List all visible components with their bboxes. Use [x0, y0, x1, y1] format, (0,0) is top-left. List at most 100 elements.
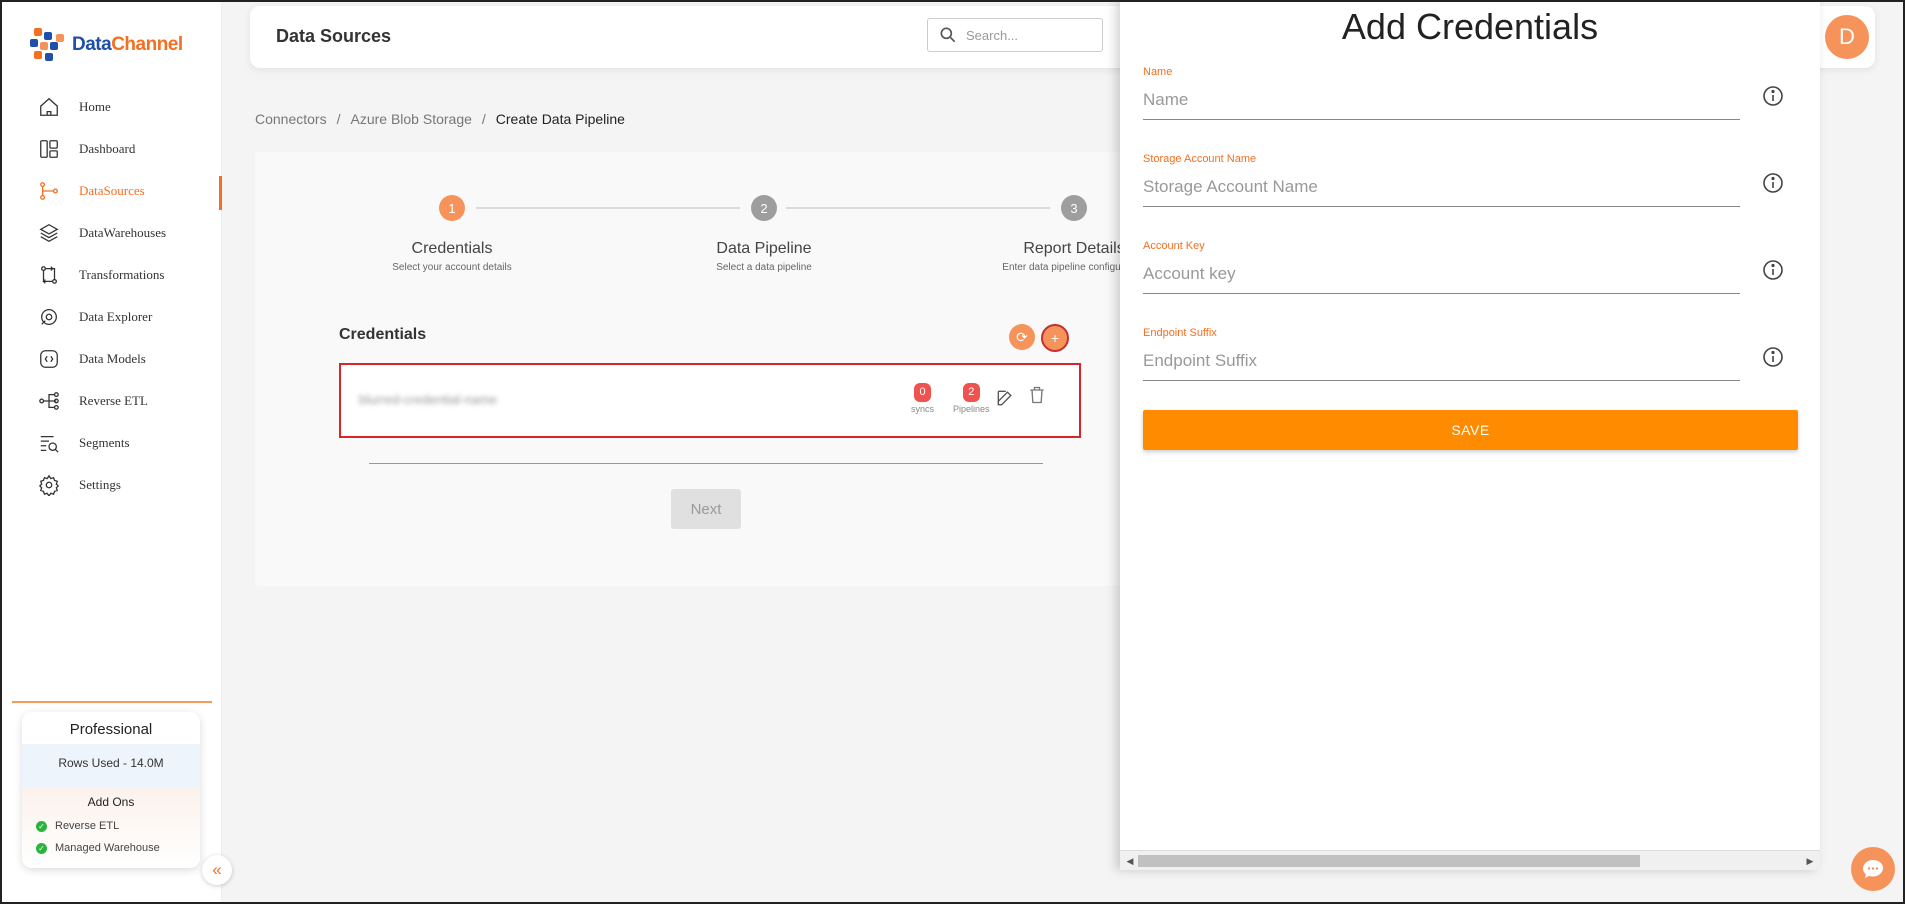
settings-icon: [38, 474, 60, 496]
search-icon: [940, 27, 956, 43]
sidebar-item-datawarehouses[interactable]: DataWarehouses: [0, 212, 222, 254]
step-connector: [476, 207, 740, 209]
sidebar: DataChannel Home Dashboard DataSources D…: [0, 0, 222, 904]
pipelines-label: Pipelines: [953, 404, 990, 414]
reverse-etl-icon: [39, 392, 59, 410]
datasources-icon: [40, 182, 58, 200]
sidebar-item-data-models[interactable]: Data Models: [0, 338, 222, 380]
sidebar-item-settings[interactable]: Settings: [0, 464, 222, 506]
scroll-right-icon[interactable]: ▶: [1804, 855, 1816, 867]
add-credentials-drawer: Add Credentials Name Name Storage Accoun…: [1120, 0, 1820, 870]
sidebar-item-label: DataSources: [79, 183, 145, 198]
step-2-sub: Select a data pipeline: [716, 262, 812, 273]
sidebar-divider: [12, 701, 212, 703]
sidebar-item-label: Data Models: [79, 351, 146, 366]
search-input[interactable]: Search...: [927, 18, 1103, 52]
info-icon[interactable]: [1761, 171, 1785, 195]
collapse-sidebar-button[interactable]: «: [202, 855, 232, 885]
step-3-circle[interactable]: 3: [1061, 195, 1087, 221]
step-2-label: Data Pipeline: [716, 240, 812, 257]
refresh-icon: ⟳: [1016, 328, 1028, 345]
plan-card: Professional Rows Used - 14.0M Add Ons ✓…: [22, 712, 200, 868]
divider: [369, 463, 1043, 464]
step-2-circle[interactable]: 2: [751, 195, 777, 221]
info-icon[interactable]: [1761, 258, 1785, 282]
breadcrumb-separator: /: [336, 111, 341, 127]
field-label: Name: [1143, 66, 1173, 78]
avatar[interactable]: D: [1825, 15, 1869, 59]
double-chevron-left-icon: «: [212, 860, 222, 879]
addon-label: Managed Warehouse: [55, 842, 160, 854]
datawarehouses-icon: [39, 224, 59, 242]
sidebar-item-dashboard[interactable]: Dashboard: [0, 128, 222, 170]
home-icon: [40, 97, 58, 116]
addons-section: Add Ons ✓ Reverse ETL ✓ Managed Warehous…: [22, 788, 200, 868]
credential-row[interactable]: blurred-credential-name 0 syncs 2 Pipeli…: [339, 363, 1081, 438]
scroll-left-icon[interactable]: ◀: [1124, 855, 1136, 867]
field-label: Storage Account Name: [1143, 153, 1257, 165]
sidebar-item-home[interactable]: Home: [0, 86, 222, 128]
sidebar-item-reverse-etl[interactable]: Reverse ETL: [0, 380, 222, 422]
addon-item: ✓ Managed Warehouse: [22, 837, 200, 859]
plus-icon: +: [1050, 330, 1060, 346]
addons-title: Add Ons: [87, 795, 135, 809]
info-icon[interactable]: [1761, 84, 1785, 108]
pipelines-badge: 2: [962, 383, 980, 402]
add-credential-button[interactable]: +: [1041, 324, 1069, 352]
sidebar-item-label: Settings: [79, 477, 121, 492]
account-key-input[interactable]: Account key: [1143, 264, 1740, 294]
trash-icon[interactable]: [1027, 384, 1047, 406]
horizontal-scrollbar[interactable]: ◀ ▶: [1120, 850, 1820, 870]
logo[interactable]: DataChannel: [28, 26, 183, 64]
sidebar-item-datasources[interactable]: DataSources: [0, 170, 222, 212]
save-button[interactable]: SAVE: [1143, 410, 1798, 450]
page-title: Data Sources: [276, 26, 392, 46]
step-1-sub: Select your account details: [392, 262, 512, 273]
segments-icon: [40, 435, 59, 453]
scrollbar-thumb[interactable]: [1138, 855, 1640, 867]
step-1-label: Credentials: [411, 240, 493, 257]
endpoint-suffix-input[interactable]: Endpoint Suffix: [1143, 351, 1740, 381]
sidebar-item-label: Segments: [79, 435, 130, 450]
sidebar-item-label: Transformations: [79, 267, 165, 282]
breadcrumb-connectors[interactable]: Connectors: [255, 111, 327, 127]
sidebar-item-transformations[interactable]: Transformations: [0, 254, 222, 296]
chat-button[interactable]: [1851, 847, 1895, 891]
logo-text: DataChannel: [72, 34, 183, 55]
chat-icon: [1863, 860, 1883, 878]
sidebar-item-label: Reverse ETL: [79, 393, 148, 408]
syncs-badge: 0: [914, 383, 931, 402]
check-icon: ✓: [36, 842, 47, 854]
step-1-circle[interactable]: 1: [439, 195, 465, 221]
sidebar-item-data-explorer[interactable]: Data Explorer: [0, 296, 222, 338]
addon-item: ✓ Reverse ETL: [22, 815, 200, 837]
breadcrumb-current: Create Data Pipeline: [495, 111, 625, 127]
breadcrumb-separator: /: [481, 111, 486, 127]
sidebar-nav: Home Dashboard DataSources DataWarehouse…: [0, 86, 222, 506]
stepper: 1 Credentials Select your account detail…: [255, 152, 1155, 282]
info-icon[interactable]: [1761, 345, 1785, 369]
data-models-icon: [40, 350, 58, 368]
name-field[interactable]: Name Name: [1143, 66, 1740, 120]
account-key-field[interactable]: Account Key Account key: [1143, 240, 1740, 294]
storage-account-name-field[interactable]: Storage Account Name Storage Account Nam…: [1143, 153, 1740, 207]
pipelines-count: 2 Pipelines: [953, 382, 990, 414]
sidebar-item-label: Dashboard: [79, 141, 136, 156]
field-label: Account Key: [1143, 240, 1205, 252]
credentials-title: Credentials: [339, 326, 427, 343]
search-placeholder: Search...: [966, 27, 1019, 43]
next-button[interactable]: Next: [671, 489, 741, 529]
breadcrumb-azure-blob-storage[interactable]: Azure Blob Storage: [350, 111, 471, 127]
name-input[interactable]: Name: [1143, 90, 1740, 120]
refresh-button[interactable]: ⟳: [1009, 324, 1035, 350]
credential-name: blurred-credential-name: [359, 392, 498, 407]
edit-icon[interactable]: [995, 388, 1015, 408]
field-label: Endpoint Suffix: [1143, 327, 1217, 339]
sidebar-item-segments[interactable]: Segments: [0, 422, 222, 464]
rows-used: Rows Used - 14.0M: [22, 744, 200, 788]
addon-label: Reverse ETL: [55, 820, 120, 832]
endpoint-suffix-field[interactable]: Endpoint Suffix Endpoint Suffix: [1143, 327, 1740, 381]
data-explorer-icon: [41, 309, 57, 325]
logo-icon: [28, 26, 66, 64]
storage-account-name-input[interactable]: Storage Account Name: [1143, 177, 1740, 207]
